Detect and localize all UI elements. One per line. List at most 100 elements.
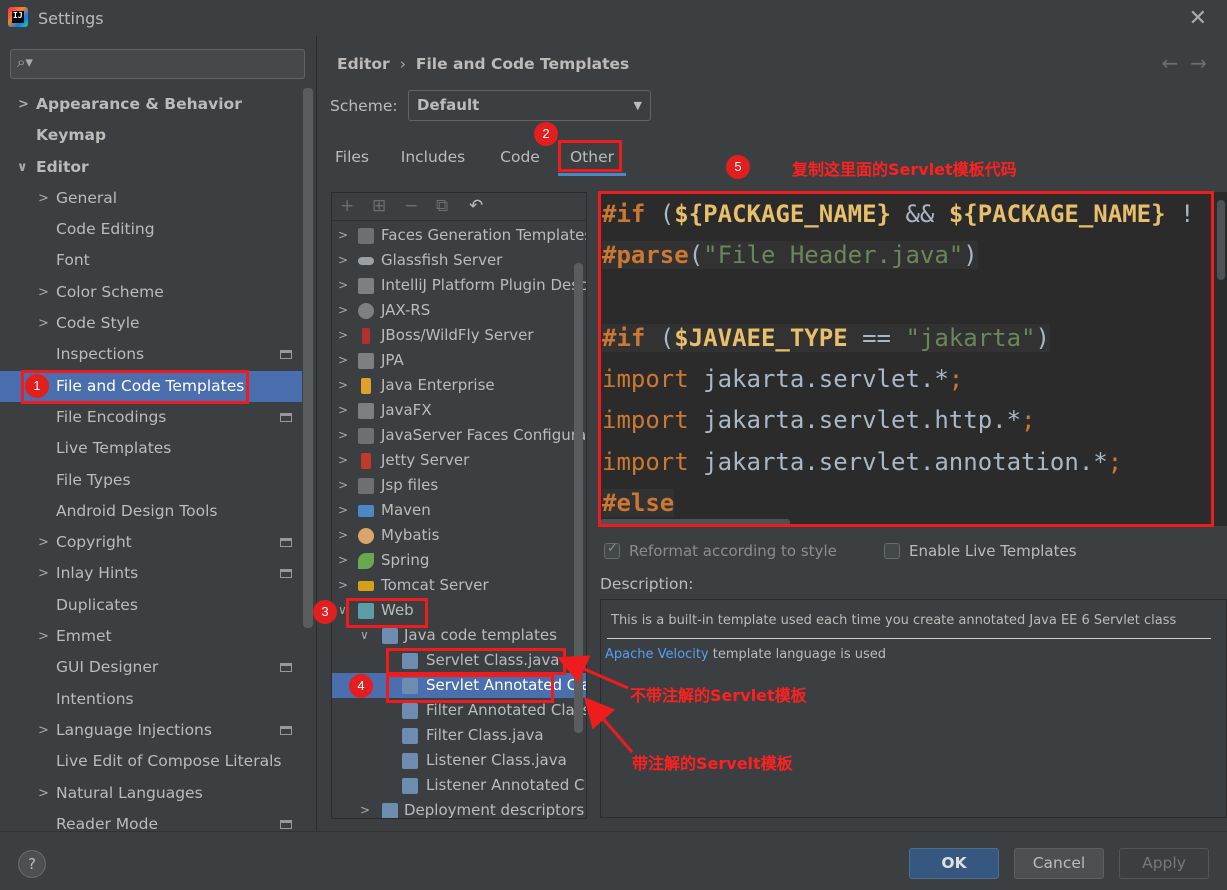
sidebar-item-file-encodings[interactable]: File Encodings	[0, 402, 302, 433]
tree-item-listener-class[interactable]: Listener Class.java	[332, 748, 586, 773]
tab-code[interactable]: Code	[494, 142, 546, 176]
add-template-icon[interactable]: +	[340, 196, 354, 216]
sidebar-item-gui-designer[interactable]: GUI Designer	[0, 652, 302, 683]
web-folder-icon	[358, 603, 374, 619]
close-icon[interactable]: ✕	[1189, 6, 1207, 31]
sidebar-item-intentions[interactable]: Intentions	[0, 684, 302, 715]
tab-files[interactable]: Files	[330, 142, 374, 176]
sidebar-item-live-edit-compose[interactable]: Live Edit of Compose Literals	[0, 746, 302, 777]
annotation-badge-3: 3	[313, 600, 337, 624]
java-template-icon	[402, 703, 418, 719]
tab-includes[interactable]: Includes	[398, 142, 468, 176]
sidebar-item-copyright[interactable]: > Copyright	[0, 527, 302, 558]
annotation-badge-4: 4	[349, 674, 373, 698]
tree-item-java-enterprise[interactable]: > Java Enterprise	[332, 373, 586, 398]
copy-template-icon[interactable]: ⧉	[436, 196, 448, 216]
reset-template-icon[interactable]: ↶	[469, 196, 483, 216]
tree-item-jsf-config[interactable]: > JavaServer Faces Configurati	[332, 423, 586, 448]
tree-item-servlet-class[interactable]: Servlet Class.java	[332, 648, 586, 673]
template-code-editor[interactable]: #if (${PACKAGE_NAME} && ${PACKAGE_NAME} …	[600, 192, 1227, 526]
reformat-checkbox[interactable]	[604, 541, 620, 559]
tree-item-jetty[interactable]: > Jetty Server	[332, 448, 586, 473]
tree-item-jsp-files[interactable]: > Jsp files	[332, 473, 586, 498]
chevron-down-icon: ∨	[17, 159, 28, 175]
tree-scrollbar[interactable]	[574, 263, 583, 733]
sidebar-item-code-style[interactable]: > Code Style	[0, 308, 302, 339]
tree-item-web[interactable]: ∨ Web	[332, 598, 586, 623]
glassfish-icon	[358, 257, 374, 265]
search-input[interactable]	[41, 54, 296, 74]
tree-item-jboss[interactable]: > JBoss/WildFly Server	[332, 323, 586, 348]
tree-item-filter-annotated-class[interactable]: Filter Annotated Class	[332, 698, 586, 723]
sidebar-item-live-templates[interactable]: Live Templates	[0, 433, 302, 464]
sidebar-scrollbar[interactable]	[303, 88, 313, 628]
tree-item-maven[interactable]: > Maven	[332, 498, 586, 523]
sidebar-item-keymap[interactable]: Keymap	[0, 120, 302, 151]
tree-item-faces-generation[interactable]: > Faces Generation Templates	[332, 223, 586, 248]
chevron-right-icon: >	[38, 722, 49, 738]
sidebar-item-editor[interactable]: ∨ Editor	[0, 152, 302, 183]
scheme-dropdown[interactable]: Default ▼	[408, 90, 651, 121]
tab-other[interactable]: Other	[558, 142, 626, 176]
description-velocity-line: Apache Velocity template language is use…	[605, 647, 887, 662]
chevron-right-icon: >	[360, 803, 371, 817]
sidebar-item-duplicates[interactable]: Duplicates	[0, 590, 302, 621]
editor-vertical-scrollbar[interactable]	[1217, 200, 1225, 280]
tree-item-jax-rs[interactable]: > JAX-RS	[332, 298, 586, 323]
tree-item-deployment-descriptors[interactable]: > Deployment descriptors	[332, 798, 586, 818]
sidebar-item-color-scheme[interactable]: > Color Scheme	[0, 277, 302, 308]
main-panel: Editor › File and Code Templates ←→ Scheme…	[316, 36, 1227, 831]
breadcrumb: Editor › File and Code Templates	[337, 55, 629, 73]
sidebar-item-natural-languages[interactable]: > Natural Languages	[0, 778, 302, 809]
tree-item-glassfish[interactable]: > Glassfish Server	[332, 248, 586, 273]
sidebar-item-inspections[interactable]: Inspections	[0, 339, 302, 370]
sidebar-item-font[interactable]: Font	[0, 245, 302, 276]
reformat-option[interactable]: Reformat according to style	[604, 541, 837, 560]
chevron-right-icon: >	[38, 535, 49, 551]
live-templates-label: Enable Live Templates	[909, 542, 1077, 560]
settings-nav-list: > Appearance & Behavior Keymap ∨ Editor > G…	[0, 89, 302, 840]
live-templates-checkbox[interactable]	[884, 543, 900, 559]
sidebar-item-emmet[interactable]: > Emmet	[0, 621, 302, 652]
project-settings-icon	[280, 350, 292, 360]
code-line-4: #if ($JAVAEE_TYPE == "jakarta")	[602, 324, 1050, 352]
sidebar-item-general[interactable]: > General	[0, 183, 302, 214]
sidebar-item-inlay-hints[interactable]: > Inlay Hints	[0, 558, 302, 589]
tree-item-filter-class[interactable]: Filter Class.java	[332, 723, 586, 748]
annotation-note-no-annotation: 不带注解的Servlet模板	[630, 686, 807, 705]
chevron-right-icon: >	[38, 284, 49, 300]
tree-item-mybatis[interactable]: > Mybatis	[332, 523, 586, 548]
project-settings-icon	[280, 538, 292, 548]
description-label: Description:	[600, 575, 694, 593]
apache-velocity-link[interactable]: Apache Velocity	[605, 647, 709, 662]
cancel-button[interactable]: Cancel	[1014, 848, 1104, 879]
dialog-footer: ? OK Cancel Apply	[0, 831, 1227, 890]
jsf-config-icon	[358, 428, 374, 444]
tree-item-java-code-templates[interactable]: ∨ Java code templates	[332, 623, 586, 648]
tree-item-jpa[interactable]: > JPA	[332, 348, 586, 373]
help-button[interactable]: ?	[18, 850, 46, 878]
ok-button[interactable]: OK	[909, 848, 999, 879]
live-templates-option[interactable]: Enable Live Templates	[884, 542, 1077, 560]
settings-search-box[interactable]: ⌕▾	[10, 49, 305, 79]
chevron-right-icon: >	[38, 785, 49, 801]
sidebar-item-language-injections[interactable]: > Language Injections	[0, 715, 302, 746]
tree-item-tomcat[interactable]: > Tomcat Server	[332, 573, 586, 598]
back-forward-arrows[interactable]: ←→	[1161, 51, 1219, 75]
sidebar-item-code-editing[interactable]: Code Editing	[0, 214, 302, 245]
sidebar-item-file-types[interactable]: File Types	[0, 465, 302, 496]
tree-item-intellij-plugin[interactable]: > IntelliJ Platform Plugin Descr	[332, 273, 586, 298]
tree-item-listener-annotated-class[interactable]: Listener Annotated Cl	[332, 773, 586, 798]
tree-item-spring[interactable]: > Spring	[332, 548, 586, 573]
editor-horizontal-scrollbar[interactable]	[600, 519, 790, 526]
sidebar-item-android-design-tools[interactable]: Android Design Tools	[0, 496, 302, 527]
add-child-template-icon[interactable]: ⊞	[372, 196, 386, 216]
remove-template-icon[interactable]: −	[404, 196, 418, 216]
chevron-right-icon: >	[338, 303, 349, 317]
breadcrumb-parent[interactable]: Editor	[337, 55, 390, 73]
apply-button[interactable]: Apply	[1119, 848, 1209, 879]
description-divider	[607, 638, 1211, 639]
tree-item-javafx[interactable]: > JavaFX	[332, 398, 586, 423]
chevron-right-icon: >	[338, 228, 349, 242]
sidebar-item-appearance-behavior[interactable]: > Appearance & Behavior	[0, 89, 302, 120]
